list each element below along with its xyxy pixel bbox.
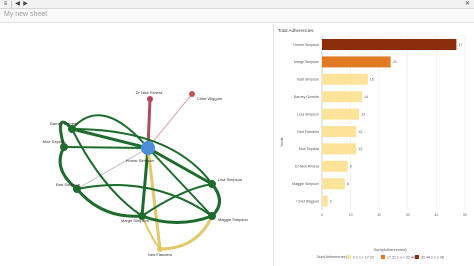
value-label: 47 bbox=[458, 43, 462, 47]
menu-icon[interactable]: ≡ bbox=[2, 1, 9, 8]
edge-barney-marge bbox=[71, 128, 143, 217]
bar-chart-panel[interactable]: Total Adherencies Node Sum(Adherencies) … bbox=[275, 24, 472, 264]
legend-swatch bbox=[415, 255, 419, 259]
bar[interactable] bbox=[322, 91, 363, 103]
x-tick-label: 50 bbox=[463, 213, 467, 217]
node-label: Ned Flanders bbox=[148, 252, 172, 257]
bar[interactable] bbox=[322, 195, 328, 207]
network-graph[interactable]: Dr Nick Riviera Chief Wiggum Barney Gumb… bbox=[2, 24, 272, 264]
bar[interactable] bbox=[322, 143, 357, 155]
legend-item-label: 32.44 ≤ x ≤ 48 bbox=[421, 255, 444, 259]
chart-xlabel: Sum(Adherencies) bbox=[373, 247, 407, 252]
legend-swatch bbox=[381, 255, 385, 259]
value-label: 14 bbox=[364, 95, 368, 99]
x-tick-label: 20 bbox=[377, 213, 381, 217]
edge-marge-maggie bbox=[141, 214, 213, 224]
node-label: Barney Gumble bbox=[50, 121, 79, 126]
value-label: 16 bbox=[370, 78, 374, 82]
chart-legend: Sum(Adherencies) 2 ≤ x < 17.22 17.22 ≤ x <… bbox=[317, 255, 444, 259]
toolbar: ≡ ◀ ▶ ✕ bbox=[0, 0, 474, 9]
category-label: Marge Simpson bbox=[294, 60, 319, 64]
category-label: Barney Gumble bbox=[294, 95, 319, 99]
x-tick-label: 30 bbox=[406, 213, 410, 217]
category-label: Chief Wiggum bbox=[296, 199, 319, 203]
app-window: ≡ ◀ ▶ ✕ My new sheet Dr Nick Riviera Chi… bbox=[0, 0, 474, 266]
chart-category-labels: Homer Simpson Marge Simpson Bart Simpson Ba… bbox=[292, 43, 319, 204]
node-label: Homer Simpson bbox=[126, 158, 155, 163]
bar[interactable] bbox=[322, 178, 345, 190]
node-label: Moe Szyslak bbox=[43, 139, 66, 144]
toolbar-divider bbox=[11, 1, 12, 8]
redo-icon[interactable]: ▶ bbox=[22, 1, 29, 8]
category-label: Bart Simpson bbox=[297, 78, 319, 82]
legend-swatch bbox=[347, 255, 351, 259]
edge-homer-chief bbox=[147, 93, 193, 149]
chart-ylabel: Node bbox=[279, 136, 284, 146]
legend-title: Sum(Adherencies) bbox=[317, 255, 347, 259]
edge-barney-lisa bbox=[71, 128, 213, 185]
x-tick-label: 10 bbox=[349, 213, 353, 217]
node-maggie[interactable] bbox=[208, 212, 216, 220]
x-tick-label: 0 bbox=[321, 213, 323, 217]
value-label: 12 bbox=[358, 130, 362, 134]
value-label: 12 bbox=[358, 147, 362, 151]
sheet-title-bar: My new sheet bbox=[0, 9, 474, 23]
node-label: Chief Wiggum bbox=[197, 96, 223, 101]
node-label: Marge Simpson bbox=[121, 218, 149, 223]
edge-bart-marge bbox=[75, 188, 143, 218]
bar[interactable] bbox=[322, 126, 357, 137]
node-dr[interactable] bbox=[147, 96, 153, 102]
node-barney[interactable] bbox=[68, 125, 76, 133]
network-chart-panel[interactable]: Dr Nick Riviera Chief Wiggum Barney Gumb… bbox=[2, 24, 272, 264]
edge-homer-bart bbox=[76, 147, 149, 190]
bar-chart[interactable]: Total Adherencies Node Sum(Adherencies) … bbox=[275, 24, 472, 264]
node-label: Lisa Simpson bbox=[218, 177, 242, 182]
node-label: Dr Nick Riviera bbox=[136, 90, 163, 95]
node-homer[interactable] bbox=[141, 141, 155, 155]
node-label: Bart Simpson bbox=[56, 182, 80, 187]
chart-title: Total Adherencies bbox=[278, 28, 314, 33]
value-label: 24 bbox=[393, 60, 397, 64]
node-lisa[interactable] bbox=[208, 180, 216, 188]
node-moe[interactable] bbox=[60, 143, 68, 151]
close-icon[interactable]: ✕ bbox=[464, 1, 471, 8]
value-label: 2 bbox=[330, 199, 332, 203]
node-chief[interactable] bbox=[189, 91, 195, 97]
value-label: 9 bbox=[350, 165, 352, 169]
category-label: Homer Simpson bbox=[293, 43, 319, 47]
bar[interactable] bbox=[322, 56, 391, 68]
edge-lisa-maggie bbox=[210, 183, 221, 218]
bar[interactable] bbox=[322, 39, 457, 50]
panel-divider bbox=[273, 24, 274, 266]
legend-item-label: 2 ≤ x < 17.22 bbox=[353, 255, 374, 259]
chart-x-ticks: 0 10 20 30 40 50 bbox=[321, 213, 467, 217]
node-label: Maggie Simpson bbox=[218, 217, 248, 222]
category-label: Maggie Simpson bbox=[292, 182, 319, 186]
category-label: Moe Szyslak bbox=[299, 147, 320, 151]
undo-icon[interactable]: ◀ bbox=[14, 1, 21, 8]
network-edges bbox=[58, 93, 221, 251]
edge-homer-moe bbox=[63, 146, 149, 149]
legend-item-label: 17.22 ≤ x < 32.44 bbox=[387, 255, 415, 259]
bar[interactable] bbox=[322, 160, 348, 172]
bar[interactable] bbox=[322, 108, 360, 120]
bar[interactable] bbox=[322, 73, 368, 85]
value-label: 8 bbox=[347, 182, 349, 186]
category-label: Lisa Simpson bbox=[297, 112, 319, 116]
category-label: Dr Nick Riviera bbox=[295, 165, 319, 169]
category-label: Ned Flanders bbox=[297, 130, 319, 134]
value-label: 13 bbox=[361, 112, 365, 116]
sheet-title: My new sheet bbox=[4, 11, 48, 18]
x-tick-label: 40 bbox=[434, 213, 438, 217]
